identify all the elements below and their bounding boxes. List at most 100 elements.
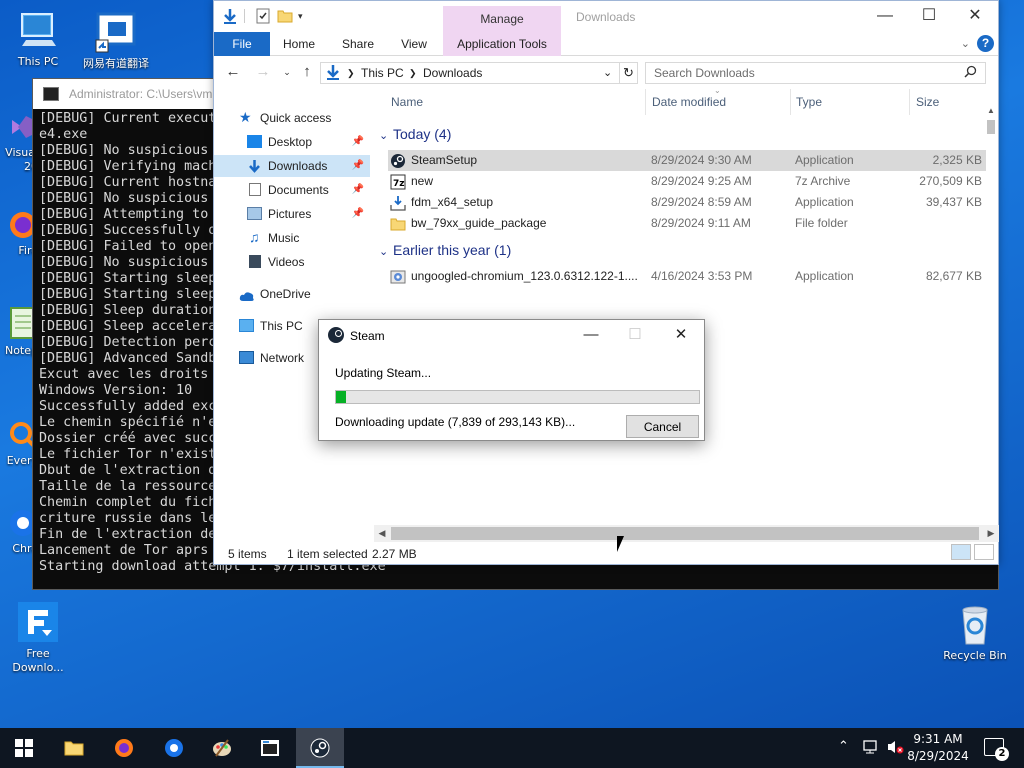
details-view-icon[interactable] [951,544,971,560]
column-header-date[interactable]: Date modified [652,95,726,109]
nav-onedrive[interactable]: OneDrive [214,283,370,305]
breadcrumb-chevron-icon[interactable]: ❯ [409,63,417,83]
close-button[interactable]: ✕ [659,324,703,346]
tab-file[interactable]: File [214,32,270,56]
network-icon[interactable] [862,739,880,768]
folder-icon [390,216,406,231]
nav-quick-access[interactable]: ★ Quick access [214,107,370,129]
notification-center-icon[interactable]: 2 [984,738,1009,761]
file-row[interactable]: bw_79xx_guide_package 8/29/2024 9:11 AM … [388,213,986,234]
recent-locations-icon[interactable]: ⌄ [278,63,296,81]
steam-update-dialog[interactable]: Steam — ☐ ✕ Updating Steam... Downloadin… [318,319,705,441]
pin-icon[interactable]: 📌 [352,203,364,225]
file-type: File folder [795,216,848,230]
file-row[interactable]: ungoogled-chromium_123.0.6312.122-1.... … [388,266,986,287]
horizontal-scrollbar[interactable]: ◀ ▶ [374,525,999,542]
properties-icon[interactable] [255,8,271,24]
pin-icon[interactable]: 📌 [352,131,364,153]
column-divider[interactable] [645,89,646,115]
vertical-scrollbar[interactable]: ▲ [984,106,998,136]
nav-documents[interactable]: Documents 📌 [214,179,370,201]
system-clock[interactable]: 9:31 AM 8/29/2024 [900,731,976,765]
address-dropdown-icon[interactable]: ⌄ [603,63,612,83]
scroll-thumb[interactable] [987,120,995,134]
tab-home[interactable]: Home [276,32,322,56]
taskbar-firefox[interactable] [100,728,148,768]
close-button[interactable]: ✕ [952,5,998,27]
desktop-icon-label: 网易有道翻译 [83,57,149,70]
scroll-right-icon[interactable]: ▶ [983,525,999,542]
file-name: ungoogled-chromium_123.0.6312.122-1.... [411,269,638,283]
column-header-name[interactable]: Name [391,95,423,109]
back-arrow-icon[interactable]: ← [224,63,242,81]
column-divider[interactable] [909,89,910,115]
pin-icon[interactable]: 📌 [352,155,364,177]
pin-icon[interactable]: 📌 [352,179,364,201]
console-window-icon [260,738,280,758]
breadcrumb-downloads[interactable]: Downloads [423,63,482,83]
taskbar-steam[interactable] [296,728,344,768]
nav-videos[interactable]: Videos [214,251,370,273]
minimize-button[interactable]: — [862,5,908,27]
nav-label: Pictures [268,207,312,221]
status-selected: 1 item selected [287,547,368,561]
show-hidden-icons[interactable]: ⌃ [838,739,849,768]
customize-toolbar-icon[interactable]: ▾ [298,8,314,24]
manage-tab-header[interactable]: Manage [443,6,561,32]
start-button[interactable] [0,728,48,768]
large-icons-view-icon[interactable] [974,544,994,560]
tab-view[interactable]: View [394,32,434,56]
file-row[interactable]: fdm_x64_setup 8/29/2024 8:59 AM Applicat… [388,192,986,213]
refresh-icon[interactable]: ↻ [619,63,637,83]
desktop-icon-youdao[interactable]: 网易有道翻译 [78,10,154,71]
scroll-up-icon[interactable]: ▲ [987,106,995,115]
document-icon [249,183,261,196]
explorer-title-bar[interactable]: ▾ Manage Downloads — ☐ ✕ [214,1,998,32]
column-header-size[interactable]: Size [916,95,939,109]
desktop-icon-this-pc[interactable]: This PC [0,8,76,69]
taskbar-file-explorer[interactable] [50,728,98,768]
folder-icon [64,738,84,758]
tab-share[interactable]: Share [336,32,380,56]
explorer-window[interactable]: ▾ Manage Downloads — ☐ ✕ File Home Share… [213,0,999,565]
column-divider[interactable] [790,89,791,115]
help-icon[interactable]: ? [977,35,994,52]
forward-arrow-icon[interactable]: → [254,63,272,81]
windows-logo-icon [14,738,34,758]
scroll-left-icon[interactable]: ◀ [374,525,390,542]
column-header-type[interactable]: Type [796,95,822,109]
chevron-down-icon[interactable]: ⌄ [961,37,970,50]
desktop-icon-recycle-bin[interactable]: Recycle Bin [937,602,1013,663]
file-row[interactable]: 7z new 8/29/2024 9:25 AM 7z Archive 270,… [388,171,986,192]
new-folder-icon[interactable] [277,8,293,24]
status-selected-size: 2.27 MB [372,547,417,561]
tab-application-tools[interactable]: Application Tools [443,32,561,56]
minimize-button[interactable]: — [569,324,613,346]
nav-desktop[interactable]: Desktop 📌 [214,131,370,153]
breadcrumb-this-pc[interactable]: This PC [361,63,404,83]
taskbar-chrome[interactable] [150,728,198,768]
desktop-icon-free-download-manager[interactable]: Free Downlo... [0,600,76,675]
nav-pictures[interactable]: Pictures 📌 [214,203,370,225]
taskbar-console[interactable] [246,728,294,768]
nav-music[interactable]: ♫ Music [214,227,370,249]
address-row: ← → ⌄ ↑ ❯ This PC ❯ Downloads ⌄ ↻ Search… [214,57,998,89]
scroll-thumb[interactable] [391,527,979,540]
folder-down-icon [222,8,238,24]
maximize-button[interactable]: ☐ [906,5,952,27]
search-input[interactable]: Search Downloads [645,62,986,84]
downloads-folder-icon [325,64,341,86]
group-header-earlier-this-year[interactable]: ⌄ Earlier this year (1) [379,242,511,258]
up-arrow-icon[interactable]: ↑ [298,63,316,81]
paint-palette-icon [212,738,232,758]
cancel-button[interactable]: Cancel [626,415,699,438]
file-row[interactable]: SteamSetup 8/29/2024 9:30 AM Application… [388,150,986,171]
clock-date: 8/29/2024 [907,749,969,763]
taskbar-paint[interactable] [198,728,246,768]
nav-label: Quick access [260,111,332,125]
group-header-today[interactable]: ⌄ Today (4) [379,126,451,142]
breadcrumb-chevron-icon[interactable]: ❯ [347,63,355,83]
file-type: Application [795,269,854,283]
address-bar[interactable]: ❯ This PC ❯ Downloads ⌄ ↻ [320,62,638,84]
nav-downloads[interactable]: Downloads 📌 [214,155,370,177]
